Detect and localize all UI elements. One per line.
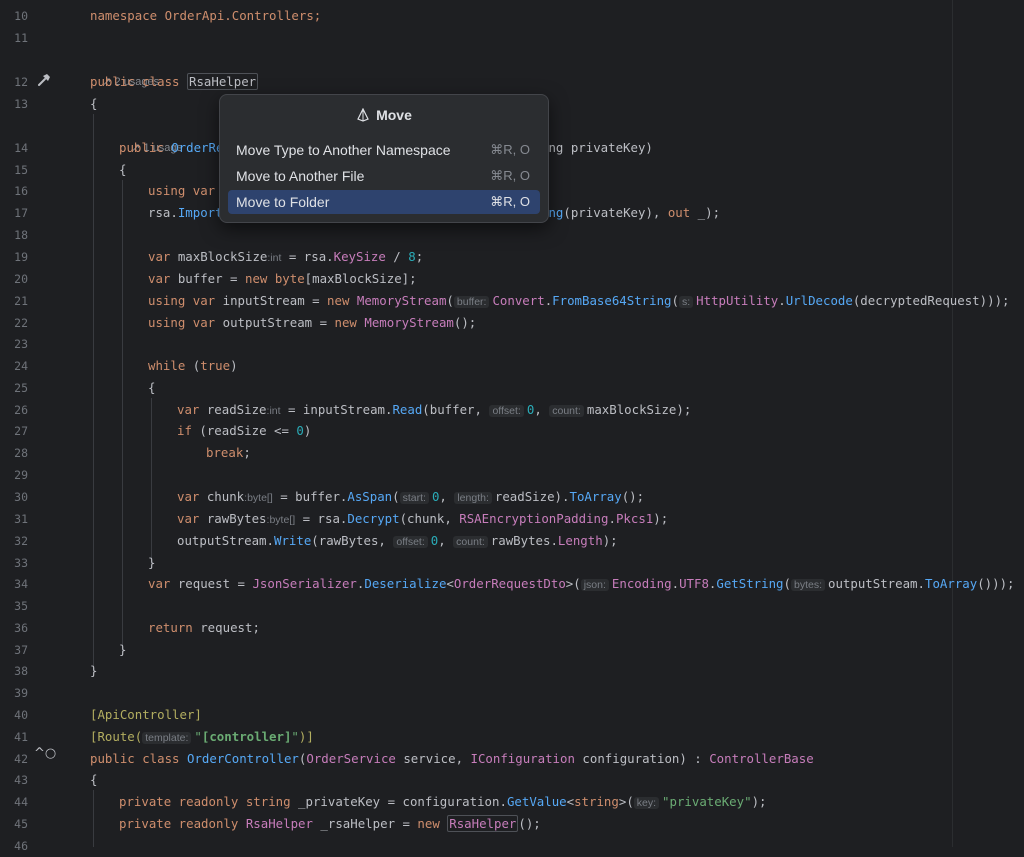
line-number[interactable]: 23 [0, 333, 28, 355]
menu-item-move-to-another-file[interactable]: Move to Another File ⌘R, O [228, 164, 540, 188]
code-line-33[interactable]: } [148, 552, 155, 574]
code-line-27[interactable]: if (readSize <= 0) [177, 420, 311, 442]
line-number[interactable]: 33 [0, 552, 28, 574]
code-line-10[interactable]: namespace OrderApi.Controllers; [90, 5, 321, 27]
code-line-19[interactable]: var maxBlockSize:int = rsa.KeySize / 8; [148, 246, 423, 268]
code-line-37[interactable]: } [119, 639, 126, 661]
line-number[interactable]: 10 [0, 5, 28, 27]
line-number[interactable]: 11 [0, 27, 28, 49]
line-number[interactable]: 15 [0, 159, 28, 181]
code-line-28[interactable]: break; [206, 442, 251, 464]
line-number[interactable]: 19 [0, 246, 28, 268]
code-line-42[interactable]: public class OrderController(OrderServic… [90, 748, 814, 770]
line-number[interactable]: 26 [0, 399, 28, 421]
line-number[interactable]: 17 [0, 202, 28, 224]
implementation-icon[interactable]: ^○ [34, 746, 56, 764]
indent-guide [122, 180, 123, 652]
menu-item-move-type-to-namespace[interactable]: Move Type to Another Namespace ⌘R, O [228, 138, 540, 162]
line-number[interactable]: 34 [0, 573, 28, 595]
code-line-30[interactable]: var chunk:byte[] = buffer.AsSpan(start: 0… [177, 486, 644, 508]
code-line-40[interactable]: [ApiController] [90, 704, 202, 726]
menu-item-move-to-folder[interactable]: Move to Folder ⌘R, O [228, 190, 540, 214]
line-number[interactable]: 14 [0, 137, 28, 159]
usages-hint[interactable]: ↗ 1 usage [119, 115, 182, 154]
line-number[interactable]: 21 [0, 290, 28, 312]
line-number[interactable]: 45 [0, 813, 28, 835]
indent-guide [93, 790, 94, 847]
code-line-14-tail[interactable]: ing privateKey) [541, 137, 653, 159]
code-line-15[interactable]: { [119, 159, 126, 181]
line-number[interactable]: 13 [0, 93, 28, 115]
line-number[interactable]: 18 [0, 224, 28, 246]
hammer-icon[interactable] [36, 72, 52, 88]
indent-guide [93, 114, 94, 674]
line-number[interactable]: 44 [0, 791, 28, 813]
code-line-44[interactable]: private readonly string _privateKey = co… [119, 791, 767, 813]
line-number[interactable]: 40 [0, 704, 28, 726]
code-line-45[interactable]: private readonly RsaHelper _rsaHelper = … [119, 813, 541, 835]
line-number[interactable]: 32 [0, 530, 28, 552]
line-number[interactable]: 35 [0, 595, 28, 617]
line-number[interactable]: 31 [0, 508, 28, 530]
line-number[interactable]: 16 [0, 180, 28, 202]
indent-guide [151, 398, 152, 564]
code-line-25[interactable]: { [148, 377, 155, 399]
code-line-17[interactable]: rsa.Import [148, 202, 223, 224]
code-line-31[interactable]: var rawBytes:byte[] = rsa.Decrypt(chunk,… [177, 508, 668, 530]
code-line-13[interactable]: { [90, 93, 97, 115]
class-name-rsahelper[interactable]: RsaHelper [186, 73, 259, 90]
line-number[interactable]: 28 [0, 442, 28, 464]
code-line-32[interactable]: outputStream.Write(rawBytes, offset: 0, c… [177, 530, 618, 552]
line-number[interactable]: 39 [0, 682, 28, 704]
line-number[interactable]: 46 [0, 835, 28, 857]
line-number[interactable]: 37 [0, 639, 28, 661]
code-line-24[interactable]: while (true) [148, 355, 238, 377]
code-line-38[interactable]: } [90, 660, 97, 682]
code-line-20[interactable]: var buffer = new byte[maxBlockSize]; [148, 268, 417, 290]
line-number[interactable]: 41 [0, 726, 28, 748]
code-line-26[interactable]: var readSize:int = inputStream.Read(buff… [177, 399, 691, 421]
line-number[interactable]: 36 [0, 617, 28, 639]
line-number[interactable]: 22 [0, 312, 28, 334]
line-number[interactable]: 30 [0, 486, 28, 508]
right-margin-guide [952, 0, 953, 847]
code-line-17-tail[interactable]: ing(privateKey), out _); [541, 202, 720, 224]
move-refactor-popup[interactable]: Move Move Type to Another Namespace ⌘R, … [219, 94, 549, 223]
move-icon [357, 108, 369, 122]
code-line-22[interactable]: using var outputStream = new MemoryStrea… [148, 312, 476, 334]
line-number[interactable]: 12 [0, 71, 28, 93]
line-number[interactable]: 25 [0, 377, 28, 399]
code-line-43[interactable]: { [90, 769, 97, 791]
code-line-16[interactable]: using var [148, 180, 215, 202]
code-line-41[interactable]: [Route(template: "[controller]")] [90, 726, 314, 748]
line-number[interactable]: 38 [0, 660, 28, 682]
popup-title: Move [220, 107, 548, 123]
code-line-12[interactable]: public class RsaHelper [90, 71, 259, 93]
code-line-14[interactable]: public OrderRe [119, 137, 223, 159]
code-line-36[interactable]: return request; [148, 617, 260, 639]
code-line-21[interactable]: using var inputStream = new MemoryStream… [148, 290, 1009, 312]
line-number[interactable]: 42 [0, 748, 28, 770]
line-number[interactable]: 27 [0, 420, 28, 442]
code-line-34[interactable]: var request = JsonSerializer.Deserialize… [148, 573, 1015, 595]
line-number[interactable]: 20 [0, 268, 28, 290]
line-number[interactable]: 43 [0, 769, 28, 791]
usages-hint[interactable]: ↗ 2 usages [90, 49, 159, 88]
line-number[interactable]: 24 [0, 355, 28, 377]
line-number[interactable]: 29 [0, 464, 28, 486]
